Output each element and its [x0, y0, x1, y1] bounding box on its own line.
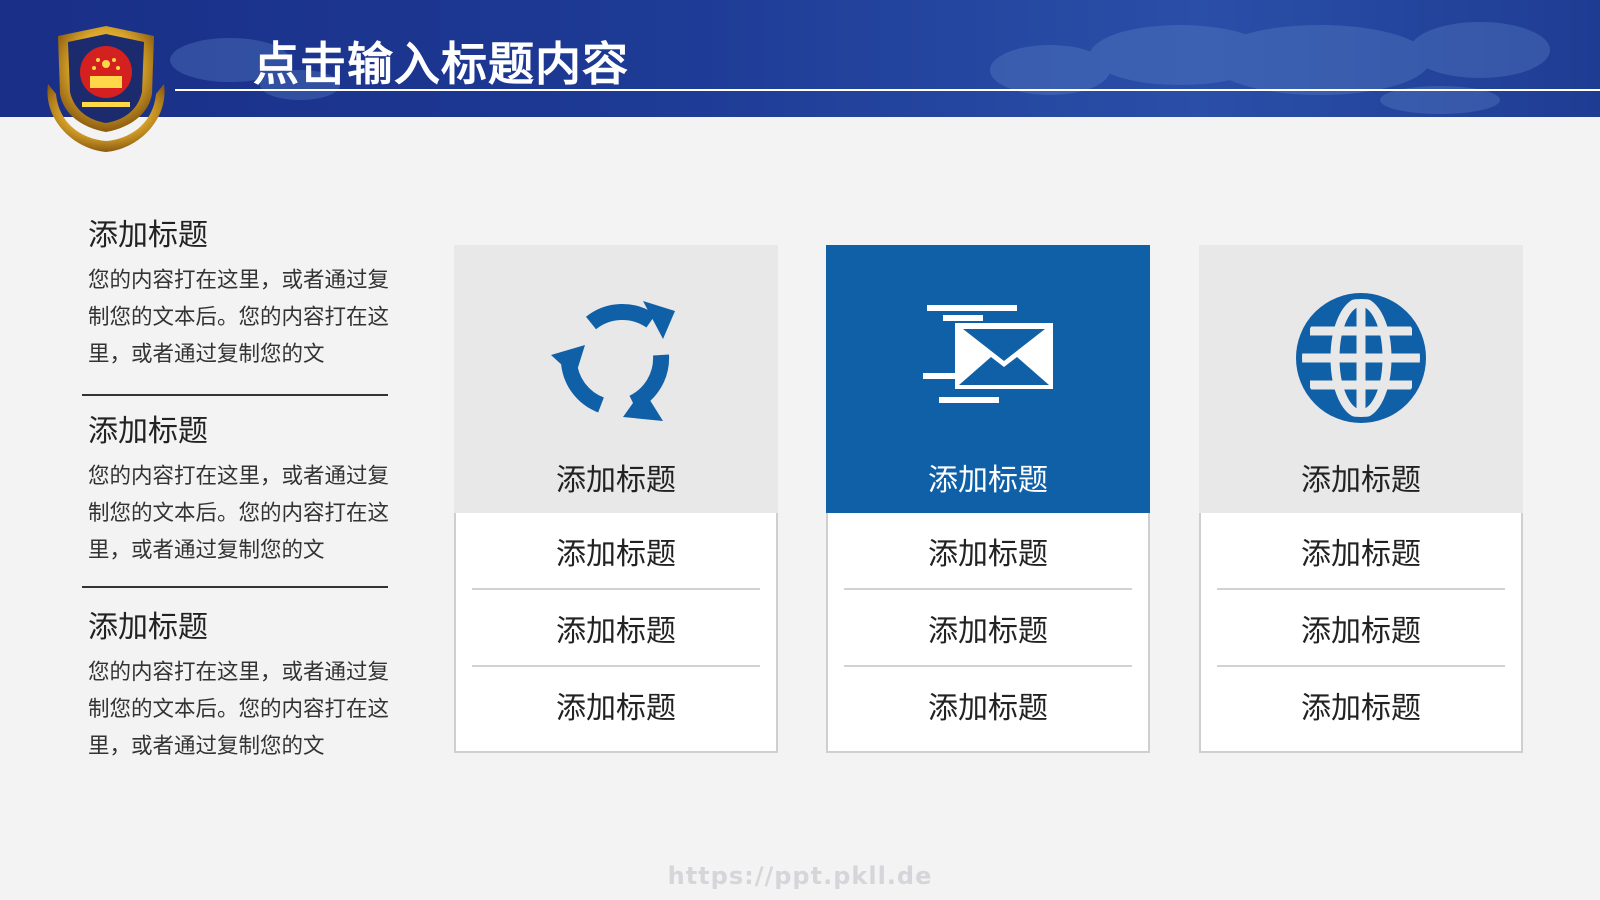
card-list: 添加标题 添加标题 添加标题: [826, 513, 1150, 753]
card-title[interactable]: 添加标题: [1199, 455, 1523, 499]
mail-icon: [923, 305, 1053, 403]
world-map-background: [170, 22, 1550, 114]
card-list: 添加标题 添加标题 添加标题: [454, 513, 778, 753]
card-list-item[interactable]: 添加标题: [1217, 667, 1505, 742]
card-header: 添加标题: [826, 245, 1150, 513]
globe-icon: [1296, 293, 1426, 423]
card-list: 添加标题 添加标题 添加标题: [1199, 513, 1523, 753]
card-header: 添加标题: [1199, 245, 1523, 513]
left-item-title[interactable]: 添加标题: [88, 608, 408, 648]
left-item-text[interactable]: 您的内容打在这里，或者通过复制您的文本后。您的内容打在这里，或者通过复制您的文: [88, 654, 408, 765]
left-item-2: 添加标题 您的内容打在这里，或者通过复制您的文本后。您的内容打在这里，或者通过复…: [82, 412, 408, 608]
recycle-icon: [551, 301, 675, 421]
left-item-text[interactable]: 您的内容打在这里，或者通过复制您的文本后。您的内容打在这里，或者通过复制您的文: [88, 458, 408, 569]
card-list-item[interactable]: 添加标题: [1217, 590, 1505, 667]
card-title[interactable]: 添加标题: [454, 455, 778, 499]
card-list-item[interactable]: 添加标题: [472, 590, 760, 667]
left-item-3: 添加标题 您的内容打在这里，或者通过复制您的文本后。您的内容打在这里，或者通过复…: [88, 608, 408, 804]
card-list-item[interactable]: 添加标题: [844, 667, 1132, 742]
card-list-item[interactable]: 添加标题: [472, 667, 760, 742]
feature-card-recycle: 添加标题 添加标题 添加标题 添加标题: [454, 245, 778, 753]
card-title[interactable]: 添加标题: [826, 455, 1150, 499]
card-list-item[interactable]: 添加标题: [472, 513, 760, 590]
card-list-item[interactable]: 添加标题: [1217, 513, 1505, 590]
page-title[interactable]: 点击输入标题内容: [253, 28, 629, 94]
feature-card-globe: 添加标题 添加标题 添加标题 添加标题: [1199, 245, 1523, 753]
watermark-url: https://ppt.pkll.de: [667, 862, 933, 890]
left-item-title[interactable]: 添加标题: [88, 216, 408, 256]
left-item-title[interactable]: 添加标题: [88, 412, 408, 452]
left-text-column: 添加标题 您的内容打在这里，或者通过复制您的文本后。您的内容打在这里，或者通过复…: [82, 216, 408, 804]
header-banner: 点击输入标题内容: [0, 0, 1600, 117]
left-item-text[interactable]: 您的内容打在这里，或者通过复制您的文本后。您的内容打在这里，或者通过复制您的文: [88, 262, 408, 373]
left-divider: [82, 586, 388, 588]
card-header: 添加标题: [454, 245, 778, 513]
feature-card-mail: 添加标题 添加标题 添加标题 添加标题: [826, 245, 1150, 753]
left-divider: [82, 394, 388, 396]
card-list-item[interactable]: 添加标题: [844, 513, 1132, 590]
left-item-1: 添加标题 您的内容打在这里，或者通过复制您的文本后。您的内容打在这里，或者通过复…: [82, 216, 408, 412]
card-list-item[interactable]: 添加标题: [844, 590, 1132, 667]
police-emblem-icon: [47, 26, 165, 152]
